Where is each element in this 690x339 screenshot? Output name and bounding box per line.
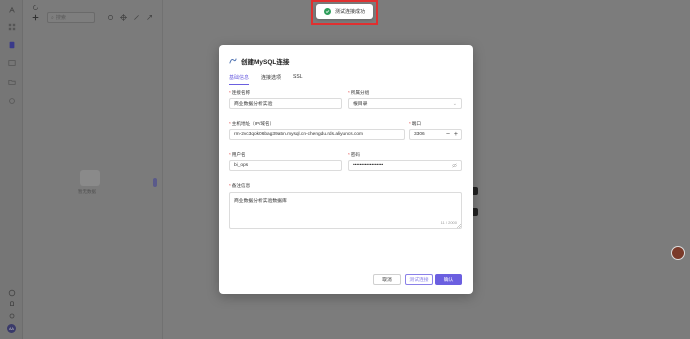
- group-label: *所属分组: [348, 90, 370, 95]
- confirm-button[interactable]: 确认: [435, 274, 462, 285]
- check-circle-icon: [324, 8, 331, 15]
- tab-ssl[interactable]: SSL: [293, 74, 302, 85]
- username-label: *用户名: [229, 152, 246, 157]
- database-icon[interactable]: [7, 40, 16, 49]
- refresh-icon[interactable]: [31, 3, 40, 12]
- help-icon[interactable]: [7, 288, 16, 297]
- port-increment-button[interactable]: +: [454, 131, 458, 139]
- password-label: *密码: [348, 152, 360, 157]
- panel-resize-handle[interactable]: [153, 178, 157, 187]
- expand-icon[interactable]: [145, 13, 154, 22]
- group-select[interactable]: 根目录 ⌄: [348, 98, 462, 109]
- host-label: *主机地址（IP/域名）: [229, 121, 275, 126]
- add-icon[interactable]: [31, 13, 40, 22]
- app-logo-icon: [7, 5, 16, 14]
- connection-name-label: *连接名称: [229, 90, 251, 95]
- assistant-avatar[interactable]: [671, 246, 685, 260]
- host-input[interactable]: rm-2vc3qok06bag39a5n.mysql.cn-chengdu.rd…: [229, 129, 405, 140]
- empty-state-icon: [80, 170, 100, 186]
- username-input[interactable]: bi_ops: [229, 160, 342, 171]
- grid-icon[interactable]: [7, 22, 16, 31]
- resize-grip-icon[interactable]: [457, 224, 461, 228]
- character-counter: 11 / 2000: [440, 220, 457, 225]
- bell-icon[interactable]: [7, 299, 16, 308]
- search-icon: ⌕: [51, 14, 54, 21]
- chart-icon[interactable]: [7, 58, 16, 67]
- app-sidebar: AA: [0, 0, 23, 339]
- empty-state-text: 暂无数据: [78, 189, 96, 194]
- remark-textarea[interactable]: 商业数据分析实验数据库 11 / 2000: [229, 192, 462, 229]
- search-input[interactable]: ⌕ 搜索: [47, 12, 95, 23]
- port-label: *端口: [409, 121, 421, 126]
- test-connection-button[interactable]: 测试连接: [405, 274, 433, 285]
- dialog-tabs: 基础信息 连接选项 SSL: [229, 74, 314, 85]
- collapse-icon[interactable]: [132, 13, 141, 22]
- user-avatar[interactable]: AA: [7, 324, 16, 333]
- cancel-button[interactable]: 取消: [373, 274, 401, 285]
- dialog-header: 创建MySQL连接: [229, 56, 289, 66]
- tab-basic-info[interactable]: 基础信息: [229, 74, 250, 85]
- dialog-title: 创建MySQL连接: [241, 59, 290, 66]
- mysql-icon: [229, 58, 237, 64]
- chevron-down-icon: ⌄: [452, 101, 457, 107]
- port-stepper[interactable]: 3306 − +: [409, 129, 462, 140]
- port-decrement-button[interactable]: −: [446, 131, 450, 139]
- settings-icon[interactable]: [7, 96, 16, 105]
- folder-icon[interactable]: [7, 77, 16, 86]
- tab-connection-options[interactable]: 连接选项: [261, 74, 281, 85]
- locate-icon[interactable]: [119, 13, 128, 22]
- eye-off-icon[interactable]: [452, 163, 457, 170]
- remark-label: *备注信息: [229, 183, 251, 188]
- toast-message: 测试连接成功: [335, 9, 366, 15]
- password-input[interactable]: ••••••••••••••••••: [348, 160, 462, 171]
- connection-name-input[interactable]: 商业数据分析实验: [229, 98, 342, 109]
- gear-icon[interactable]: [7, 311, 16, 320]
- create-connection-dialog: 创建MySQL连接 基础信息 连接选项 SSL *连接名称 商业数据分析实验 *…: [219, 45, 473, 294]
- success-toast: 测试连接成功: [316, 4, 373, 19]
- target-icon[interactable]: [106, 13, 115, 22]
